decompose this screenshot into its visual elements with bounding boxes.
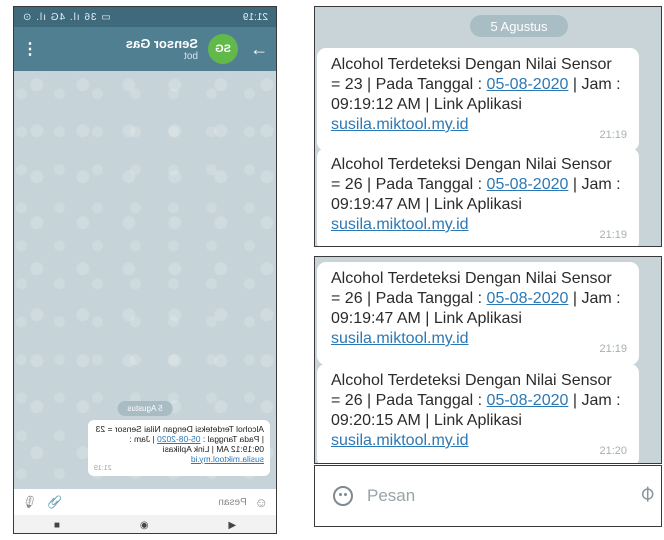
- nav-back-icon[interactable]: ◀: [228, 520, 236, 531]
- chat-title: Sensor Gas: [125, 36, 198, 51]
- message-bubble[interactable]: Alcohol Terdeteksi Dengan Nilai Sensor =…: [317, 262, 639, 365]
- message-bubble[interactable]: Alcohol Terdeteksi Dengan Nilai Sensor =…: [317, 48, 639, 151]
- message-input[interactable]: Pesan: [218, 497, 246, 508]
- status-icons: ▭ 36 ıl. 4G ıl. ⊙: [22, 11, 111, 23]
- message-input[interactable]: Pesan: [367, 486, 415, 506]
- message-date-link[interactable]: 05-08-2020: [487, 392, 569, 409]
- status-time: 21:19: [242, 11, 268, 23]
- message-bubble[interactable]: Alcohol Terdeteksi Dengan Nilai Sensor =…: [317, 148, 639, 246]
- nav-recents-icon[interactable]: ■: [54, 520, 60, 531]
- message-date-link[interactable]: 05-08-2020: [487, 76, 569, 93]
- date-separator: 5 Agustus: [470, 15, 568, 37]
- back-arrow-icon[interactable]: →: [244, 39, 268, 60]
- chat-header: → SG Sensor Gas bot ⋮: [14, 27, 276, 71]
- phone-screenshot: 21:19 ▭ 36 ıl. 4G ıl. ⊙ → SG Sensor Gas …: [13, 6, 277, 534]
- nav-home-icon[interactable]: ◉: [140, 520, 149, 531]
- message-date-link[interactable]: 05-08-2020: [487, 290, 569, 307]
- zoom-panel-top: 5 Agustus Alcohol Terdeteksi Dengan Nila…: [314, 6, 662, 247]
- android-nav-bar: ◀ ◉ ■: [14, 515, 276, 533]
- attach-icon[interactable]: ⌀: [632, 479, 660, 507]
- message-date-link[interactable]: 05-08-2020: [157, 434, 200, 444]
- message-app-link[interactable]: susila.miktool.my.id: [191, 454, 264, 464]
- emoji-icon[interactable]: [333, 486, 353, 506]
- message-time: 21:19: [94, 465, 112, 472]
- message-time: 21:19: [599, 343, 627, 355]
- message-time: 21:19: [599, 129, 627, 141]
- chat-title-block[interactable]: Sensor Gas bot: [126, 36, 198, 62]
- emoji-icon[interactable]: ☺: [255, 495, 268, 510]
- message-bubble[interactable]: Alcohol Terdeteksi Dengan Nilai Sensor =…: [317, 364, 639, 463]
- message-bubble[interactable]: Alcohol Terdeteksi Dengan Nilai Sensor =…: [88, 420, 270, 476]
- zoom-panel-input: Pesan ⌀: [314, 465, 662, 527]
- message-date-link[interactable]: 05-08-2020: [487, 176, 569, 193]
- mic-icon[interactable]: 🎙: [22, 495, 37, 509]
- avatar[interactable]: SG: [208, 34, 238, 64]
- phone-screen: 21:19 ▭ 36 ıl. 4G ıl. ⊙ → SG Sensor Gas …: [14, 7, 276, 533]
- zoom-panel-middle: Alcohol Terdeteksi Dengan Nilai Sensor =…: [314, 256, 662, 464]
- date-separator: 5 Agustus: [117, 401, 173, 416]
- message-input-bar: ☺ Pesan 📎 🎙: [14, 489, 276, 515]
- attach-icon[interactable]: 📎: [47, 495, 62, 509]
- status-bar: 21:19 ▭ 36 ıl. 4G ıl. ⊙: [14, 7, 276, 27]
- menu-icon[interactable]: ⋮: [22, 39, 38, 59]
- message-app-link[interactable]: susila.miktool.my.id: [331, 330, 469, 347]
- message-time: 21:20: [599, 445, 627, 457]
- message-app-link[interactable]: susila.miktool.my.id: [331, 216, 469, 233]
- message-app-link[interactable]: susila.miktool.my.id: [331, 432, 469, 449]
- message-app-link[interactable]: susila.miktool.my.id: [331, 116, 469, 133]
- chat-subtitle: bot: [184, 51, 198, 62]
- message-time: 21:19: [599, 229, 627, 241]
